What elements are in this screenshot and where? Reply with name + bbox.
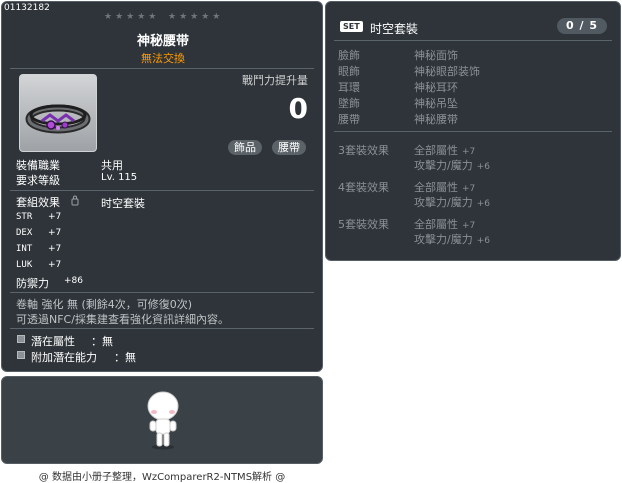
trade-status: 無法交換 xyxy=(141,52,185,65)
divider xyxy=(10,68,314,69)
stat-name: DEX xyxy=(16,228,33,238)
stat-name: STR xyxy=(16,212,33,222)
set-piece-slot: 臉飾 xyxy=(338,49,360,62)
set-info-panel: SET 时空套裝 0 / 5 臉飾 神秘面饰 眼飾 神秘眼部装饰 耳環 神秘耳环… xyxy=(325,1,621,261)
bonus-potential-value: ：無 xyxy=(114,351,136,364)
set-title: 时空套裝 xyxy=(370,22,419,36)
divider xyxy=(334,40,612,41)
defense-label: 防禦力 xyxy=(16,277,49,290)
footer-credit: @ 数据由小册子整理，WzComparerR2-NTMS解析 @ xyxy=(38,472,286,483)
bonus-potential-bullet-icon xyxy=(17,351,25,359)
item-name: 神秘腰带 xyxy=(136,34,189,49)
combat-power-label: 戰鬥力提升量 xyxy=(242,74,308,87)
set-piece-name: 神秘腰带 xyxy=(414,113,458,126)
set-piece-name: 神秘面饰 xyxy=(414,49,458,62)
combat-power-value: 0 xyxy=(288,92,308,125)
set-piece-slot: 墜飾 xyxy=(338,97,360,110)
set-badge: SET xyxy=(340,21,363,32)
set-effect-line: 全部屬性 +7 xyxy=(414,181,476,194)
category-tag-accessory: 飾品 xyxy=(228,140,262,155)
set-effect-line: 攻擊力/魔力 +6 xyxy=(414,233,490,246)
set-effect-line: 全部屬性 +7 xyxy=(414,218,476,231)
set-effect-line: 攻擊力/魔力 +6 xyxy=(414,159,490,172)
item-tooltip-panel: 01132182 ★★★★★ ★★★★★ 神秘腰带 無法交換 戰鬥力提升量 0 … xyxy=(1,1,323,372)
lock-icon xyxy=(71,195,79,206)
set-effect-line: 全部屬性 +7 xyxy=(414,144,476,157)
category-tag-belt: 腰帶 xyxy=(272,140,306,155)
level-label: 要求等級 xyxy=(16,174,60,187)
bonus-potential-label: 附加潛在能力 xyxy=(31,351,97,364)
level-value: Lv. 115 xyxy=(101,172,138,183)
avatar-preview-panel xyxy=(1,376,323,464)
divider xyxy=(10,190,314,191)
set-effect-tier-label: 4套裝效果 xyxy=(338,181,389,194)
set-piece-slot: 眼飾 xyxy=(338,65,360,78)
stat-name: INT xyxy=(16,244,33,254)
stat-value: +7 xyxy=(48,212,62,222)
star-rating-row-1: ★★★★★ xyxy=(104,12,160,22)
set-piece-count: 0 / 5 xyxy=(557,18,607,34)
item-id: 01132182 xyxy=(4,3,50,13)
scroll-enhance-text: 卷軸 強化 無 (剩餘4次，可修復0次) xyxy=(16,298,193,311)
belt-icon xyxy=(25,104,91,134)
potential-value: ：無 xyxy=(91,335,113,348)
set-piece-name: 神秘吊坠 xyxy=(414,97,458,110)
set-piece-name: 神秘耳环 xyxy=(414,81,458,94)
job-value: 共用 xyxy=(101,159,123,172)
set-effect-tier-label: 3套裝效果 xyxy=(338,144,389,157)
npc-info-text: 可透過NFC/採集建查看強化資訊詳細內容。 xyxy=(16,313,229,326)
set-effect-line: 攻擊力/魔力 +6 xyxy=(414,196,490,209)
stat-value: +7 xyxy=(48,244,62,254)
divider xyxy=(10,328,314,329)
set-effect-value: 时空套裝 xyxy=(101,197,145,210)
potential-label: 潛在屬性 xyxy=(31,335,75,348)
job-label: 裝備職業 xyxy=(16,159,60,172)
stat-value: +7 xyxy=(48,260,62,270)
set-effect-tier-label: 5套裝效果 xyxy=(338,218,389,231)
star-rating-row-2: ★★★★★ xyxy=(168,12,224,22)
stat-name: LUK xyxy=(16,260,33,270)
divider xyxy=(10,292,314,293)
set-piece-name: 神秘眼部装饰 xyxy=(414,65,480,78)
set-piece-slot: 腰帶 xyxy=(338,113,360,126)
potential-bullet-icon xyxy=(17,335,25,343)
item-icon-frame xyxy=(19,74,97,152)
defense-value: +86 xyxy=(64,276,83,286)
set-effect-label: 套組效果 xyxy=(16,196,60,209)
divider xyxy=(334,131,612,132)
stat-value: +7 xyxy=(48,228,62,238)
character-avatar xyxy=(147,391,179,450)
set-piece-slot: 耳環 xyxy=(338,81,360,94)
